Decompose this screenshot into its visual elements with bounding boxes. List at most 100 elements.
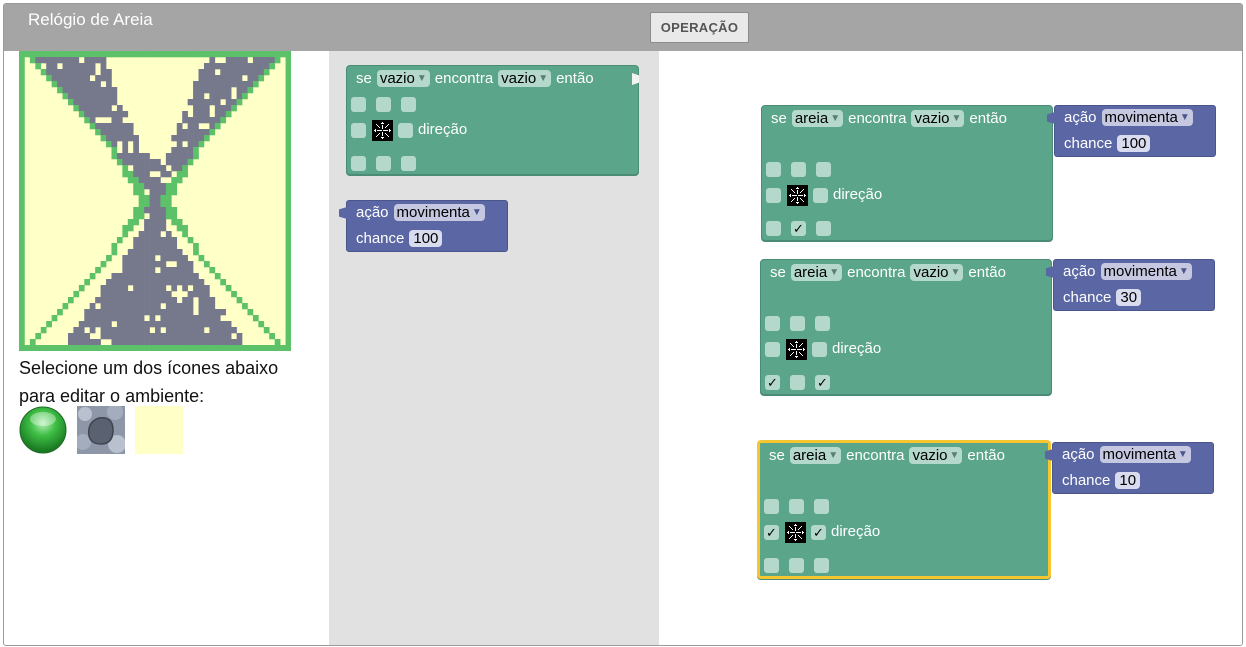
- se-label: se: [356, 70, 372, 87]
- neighbor-checkbox[interactable]: [766, 221, 781, 236]
- object-value: vazio: [501, 70, 537, 87]
- neighbor-checkbox[interactable]: [351, 97, 366, 112]
- sand-icon[interactable]: [77, 406, 125, 454]
- rule-block-3-selected[interactable]: se areia ▼ encontra vazio ▼ então ✓ ✓ dire…: [757, 440, 1051, 579]
- direction-center-icon: [785, 522, 806, 543]
- neighbor-checkbox-checked[interactable]: ✓: [765, 375, 780, 390]
- neighbor-checkbox-checked[interactable]: ✓: [764, 525, 779, 540]
- action-block-2[interactable]: ação movimenta ▼ chance 30: [1046, 259, 1215, 311]
- chance-label: chance: [1062, 472, 1111, 489]
- neighbor-checkbox[interactable]: [765, 342, 780, 357]
- neighbor-checkbox[interactable]: [813, 188, 828, 203]
- object-value: vazio: [914, 110, 950, 127]
- operation-button[interactable]: OPERAÇÃO: [650, 12, 749, 43]
- subject-dropdown[interactable]: areia ▼: [789, 447, 842, 464]
- subject-dropdown[interactable]: vazio ▼: [376, 70, 430, 87]
- wall-icon[interactable]: [19, 406, 67, 454]
- subject-value: areia: [794, 110, 829, 127]
- instruction-line-1: Selecione um dos ícones abaixo: [19, 358, 279, 378]
- neighbor-checkbox[interactable]: [790, 375, 805, 390]
- se-label: se: [769, 447, 785, 464]
- neighbor-checkbox[interactable]: [765, 316, 780, 331]
- toolbox-flyout: se vazio ▼ encontra vazio ▼ então direção …: [329, 51, 659, 645]
- rule-block-2[interactable]: se areia ▼ encontra vazio ▼ então direção …: [760, 259, 1052, 395]
- neighbor-checkbox[interactable]: [401, 156, 416, 171]
- neighbor-checkbox[interactable]: [351, 123, 366, 138]
- action-block-3[interactable]: ação movimenta ▼ chance 10: [1045, 442, 1214, 494]
- neighbor-checkbox-checked[interactable]: ✓: [811, 525, 826, 540]
- neighbor-checkbox[interactable]: [815, 316, 830, 331]
- workspace[interactable]: se areia ▼ encontra vazio ▼ então direção …: [659, 51, 1242, 645]
- neighbor-checkbox[interactable]: [816, 162, 831, 177]
- se-label: se: [770, 264, 786, 281]
- toolbox-rule-block[interactable]: se vazio ▼ encontra vazio ▼ então direção: [346, 65, 639, 175]
- neighbor-checkbox[interactable]: [398, 123, 413, 138]
- object-value: vazio: [912, 447, 948, 464]
- dropdown-arrow-icon: ▼: [828, 450, 839, 461]
- object-dropdown[interactable]: vazio ▼: [911, 110, 965, 127]
- object-dropdown[interactable]: vazio ▼: [909, 447, 963, 464]
- se-label: se: [771, 110, 787, 127]
- acao-label: ação: [1064, 109, 1097, 126]
- entao-label: então: [967, 447, 1005, 464]
- subject-dropdown[interactable]: areia ▼: [791, 110, 844, 127]
- action-dropdown[interactable]: movimenta ▼: [1101, 109, 1193, 126]
- neighbor-checkbox[interactable]: [376, 97, 391, 112]
- chance-input[interactable]: 100: [409, 230, 443, 247]
- acao-label: ação: [1063, 263, 1096, 280]
- acao-label: ação: [1062, 446, 1095, 463]
- chance-label: chance: [1063, 289, 1112, 306]
- neighbor-checkbox[interactable]: [790, 316, 805, 331]
- direction-center-icon: [372, 120, 393, 141]
- neighbor-checkbox[interactable]: [401, 97, 416, 112]
- encontra-label: encontra: [434, 70, 494, 87]
- chance-input[interactable]: 10: [1115, 472, 1141, 489]
- toolbox-action-block[interactable]: ação movimenta ▼ chance 100: [339, 200, 508, 252]
- action-value: movimenta: [1102, 446, 1176, 463]
- object-value: vazio: [913, 264, 949, 281]
- neighbor-checkbox-checked[interactable]: ✓: [791, 221, 806, 236]
- neighbor-checkbox[interactable]: [814, 558, 829, 573]
- action-dropdown[interactable]: movimenta ▼: [393, 204, 485, 221]
- dropdown-arrow-icon: ▼: [950, 267, 961, 278]
- object-dropdown[interactable]: vazio ▼: [498, 70, 552, 87]
- action-value: movimenta: [396, 204, 470, 221]
- subject-value: areia: [793, 264, 828, 281]
- environment-grid[interactable]: [19, 51, 291, 351]
- subject-dropdown[interactable]: areia ▼: [790, 264, 843, 281]
- neighbor-checkbox[interactable]: [764, 558, 779, 573]
- neighbor-checkbox[interactable]: [376, 156, 391, 171]
- neighbor-checkbox[interactable]: [791, 162, 806, 177]
- chance-label: chance: [1064, 135, 1113, 152]
- chance-input[interactable]: 100: [1117, 135, 1151, 152]
- neighbor-checkbox[interactable]: [766, 162, 781, 177]
- rule-block-1[interactable]: se areia ▼ encontra vazio ▼ então direção …: [761, 105, 1053, 241]
- direction-center-icon: [786, 339, 807, 360]
- action-dropdown[interactable]: movimenta ▼: [1099, 446, 1191, 463]
- neighbor-checkbox[interactable]: [814, 499, 829, 514]
- app-title: Relógio de Areia: [28, 10, 153, 29]
- neighbor-checkbox[interactable]: [766, 188, 781, 203]
- action-dropdown[interactable]: movimenta ▼: [1100, 263, 1192, 280]
- output-connector: [632, 73, 639, 85]
- acao-label: ação: [356, 204, 389, 221]
- chance-input[interactable]: 30: [1116, 289, 1142, 306]
- neighbor-checkbox[interactable]: [812, 342, 827, 357]
- dropdown-arrow-icon: ▼: [951, 113, 962, 124]
- neighbor-checkbox[interactable]: [764, 499, 779, 514]
- encontra-label: encontra: [847, 264, 906, 281]
- direcao-label: direção: [832, 340, 882, 357]
- dropdown-arrow-icon: ▼: [1178, 266, 1189, 277]
- dropdown-arrow-icon: ▼: [949, 450, 960, 461]
- object-dropdown[interactable]: vazio ▼: [910, 264, 964, 281]
- empty-icon[interactable]: [135, 406, 183, 454]
- neighbor-checkbox[interactable]: [351, 156, 366, 171]
- direcao-label: direção: [418, 121, 468, 138]
- neighbor-checkbox[interactable]: [816, 221, 831, 236]
- action-value: movimenta: [1103, 263, 1177, 280]
- action-block-1[interactable]: ação movimenta ▼ chance 100: [1047, 105, 1216, 157]
- entao-label: então: [556, 70, 594, 87]
- neighbor-checkbox[interactable]: [789, 499, 804, 514]
- neighbor-checkbox-checked[interactable]: ✓: [815, 375, 830, 390]
- neighbor-checkbox[interactable]: [789, 558, 804, 573]
